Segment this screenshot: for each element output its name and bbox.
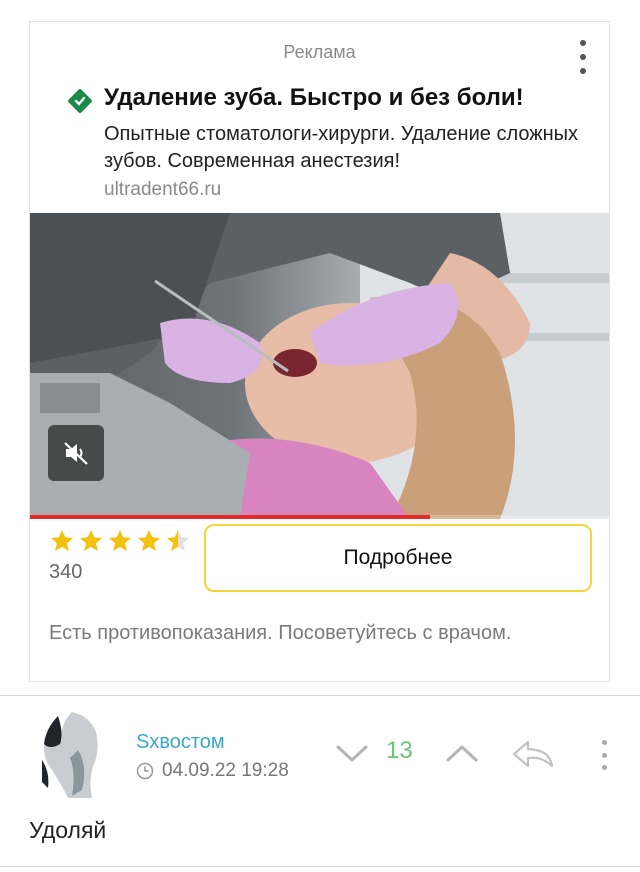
mute-button[interactable] [48, 425, 104, 481]
chevron-down-icon[interactable] [334, 738, 370, 768]
ad-menu-icon[interactable] [577, 40, 589, 74]
avatar[interactable] [38, 710, 106, 800]
star-icon [80, 530, 102, 551]
star-icon [109, 530, 131, 551]
ad-video-frame [30, 213, 609, 519]
rating-stars [49, 528, 191, 554]
ad-title[interactable]: Удаление зуба. Быстро и без боли! [104, 84, 524, 112]
comment-text: Удоляй [29, 817, 107, 843]
divider [0, 866, 640, 867]
more-details-button[interactable]: Подробнее [204, 524, 592, 592]
clock-icon [136, 762, 154, 780]
star-icon [51, 530, 73, 551]
video-progress-fill [30, 515, 430, 519]
ad-video[interactable] [30, 213, 609, 519]
ad-description: Опытные стоматологи-хирурги. Удаление сл… [104, 123, 579, 172]
ad-card[interactable]: Реклама Удаление зуба. Быстро и без боли… [29, 21, 610, 682]
divider [0, 695, 640, 696]
rating-count: 340 [49, 561, 83, 583]
comment-rating: 13 [386, 737, 413, 764]
video-progress-bar[interactable] [30, 515, 609, 519]
speaker-muted-icon [64, 442, 88, 465]
reply-icon[interactable] [508, 736, 558, 772]
comment-timestamp: 04.09.22 19:28 [162, 760, 289, 781]
ad-domain[interactable]: ultradent66.ru [104, 179, 221, 201]
ad-label: Реклама [283, 42, 356, 62]
ad-disclaimer: Есть противопоказания. Посоветуйтесь с в… [49, 622, 512, 644]
star-icon [167, 530, 189, 551]
star-icon [138, 530, 160, 551]
advertiser-favicon-icon [68, 89, 92, 113]
comment-meta: 04.09.22 19:28 [136, 760, 289, 782]
chevron-up-icon[interactable] [444, 738, 480, 768]
comment-username[interactable]: Sxвостом [136, 731, 225, 754]
more-vertical-icon[interactable] [598, 740, 610, 770]
